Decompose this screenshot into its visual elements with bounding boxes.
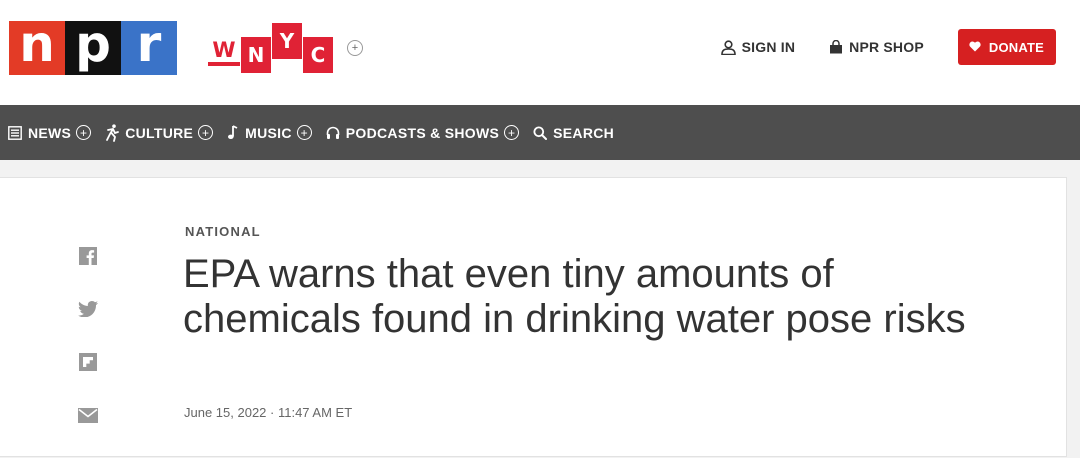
nav-item-label: MUSIC <box>245 124 292 141</box>
heart-icon <box>969 40 981 55</box>
section-label[interactable]: NATIONAL <box>185 224 261 239</box>
nav-item-podcasts[interactable]: PODCASTS & SHOWS + <box>326 124 520 141</box>
main-nav: NEWS + CULTURE + MUSIC + PODCASTS & SHOW… <box>0 105 1080 160</box>
wnyc-logo-y: Y <box>272 23 302 59</box>
user-icon <box>720 39 736 55</box>
utility-nav: SIGN IN NPR SHOP DONATE <box>720 29 1056 65</box>
nav-item-label: CULTURE <box>125 124 194 141</box>
share-tools <box>78 246 98 458</box>
donate-label: DONATE <box>988 39 1044 55</box>
nav-item-music[interactable]: MUSIC + <box>227 125 312 141</box>
nav-item-news[interactable]: NEWS + <box>8 124 92 141</box>
npr-logo-p: p <box>65 19 121 75</box>
shop-label: NPR SHOP <box>849 39 924 55</box>
expand-icon[interactable]: + <box>198 125 214 140</box>
nav-item-label: SEARCH <box>553 124 615 141</box>
npr-logo-r: r <box>121 19 177 75</box>
headphones-icon <box>326 126 340 140</box>
nav-item-culture[interactable]: CULTURE + <box>105 123 214 142</box>
wnyc-logo-c: C <box>303 37 333 73</box>
facebook-icon[interactable] <box>78 246 98 266</box>
expand-icon[interactable]: + <box>504 125 520 140</box>
search-icon <box>533 126 548 140</box>
npr-logo[interactable]: n p r <box>9 19 177 75</box>
flipboard-icon[interactable] <box>78 352 98 372</box>
expand-icon[interactable]: + <box>76 125 92 140</box>
twitter-icon[interactable] <box>78 299 98 319</box>
culture-icon <box>105 123 120 142</box>
article-headline: EPA warns that even tiny amounts of chem… <box>183 252 966 341</box>
shopping-bag-icon <box>829 40 843 54</box>
list-icon <box>8 125 22 140</box>
article-dateline: June 15, 2022 · 11:47 AM ET <box>184 405 353 420</box>
sign-in-link[interactable]: SIGN IN <box>720 39 796 55</box>
shop-link[interactable]: NPR SHOP <box>829 39 924 55</box>
station-expand-button[interactable]: + <box>347 40 363 56</box>
nav-item-search[interactable]: SEARCH <box>533 125 614 141</box>
npr-logo-n: n <box>9 19 65 75</box>
email-icon[interactable] <box>78 405 98 425</box>
site-header: n p r W N Y C + SIGN IN NPR SHOP DONATE <box>0 0 1080 105</box>
expand-icon[interactable]: + <box>296 125 312 140</box>
donate-button[interactable]: DONATE <box>957 29 1056 65</box>
nav-item-label: NEWS <box>28 124 72 141</box>
music-note-icon <box>227 125 239 140</box>
wnyc-logo-w: W <box>208 38 240 66</box>
wnyc-logo-n: N <box>241 37 271 73</box>
wnyc-logo[interactable]: W N Y C <box>208 23 333 73</box>
sign-in-label: SIGN IN <box>741 39 796 55</box>
nav-item-label: PODCASTS & SHOWS <box>345 124 500 141</box>
